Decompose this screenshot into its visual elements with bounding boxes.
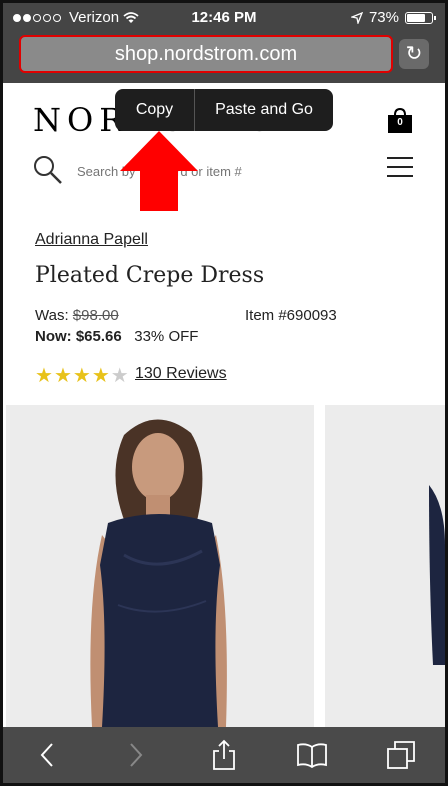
browser-toolbar <box>3 727 445 783</box>
item-number: Item #690093 <box>245 307 337 324</box>
bag-count: 0 <box>397 117 403 128</box>
now-label: Now: <box>35 328 72 345</box>
star-icon: ★ <box>72 365 91 387</box>
search-icon[interactable] <box>33 155 63 185</box>
star-icon: ★ <box>53 365 72 387</box>
star-empty-icon: ★ <box>110 365 129 387</box>
back-icon <box>40 743 53 767</box>
url-bar[interactable]: shop.nordstrom.com <box>19 35 393 73</box>
model-image-partial <box>325 405 445 727</box>
reload-icon[interactable]: ↻ <box>399 39 429 69</box>
copy-button[interactable]: Copy <box>115 89 195 131</box>
phone-frame: Verizon 12:46 PM 73% shop.nordstrom.com … <box>0 0 448 786</box>
battery-percent: 73% <box>368 9 399 26</box>
bookmarks-icon <box>297 743 328 768</box>
now-price-row: Now: $65.66 33% OFF <box>35 328 198 345</box>
tabs-button[interactable] <box>381 735 421 775</box>
now-price: $65.66 <box>75 328 122 345</box>
star-icon: ★ <box>35 365 53 387</box>
status-bar: Verizon 12:46 PM 73% <box>3 3 445 31</box>
product-image-main[interactable] <box>6 405 314 727</box>
share-icon <box>213 739 235 770</box>
rating-stars[interactable]: ★ ★ ★ ★ ★ <box>35 363 129 388</box>
forward-icon <box>129 743 142 767</box>
star-icon: ★ <box>91 365 110 387</box>
share-button[interactable] <box>204 735 244 775</box>
battery-icon <box>405 11 436 24</box>
was-price: $98.00 <box>72 307 119 324</box>
product-brand-link[interactable]: Adrianna Papell <box>35 231 148 249</box>
red-arrow-annotation <box>120 131 198 211</box>
bookmarks-button[interactable] <box>292 735 332 775</box>
was-label: Was: <box>35 307 69 324</box>
was-price-row: Was: $98.00 <box>35 307 119 324</box>
copy-paste-popup: Copy Paste and Go <box>115 89 333 131</box>
discount-label: 33% OFF <box>134 328 199 345</box>
product-title: Pleated Crepe Dress <box>35 263 265 288</box>
forward-button[interactable] <box>116 735 156 775</box>
product-image-next[interactable] <box>325 405 445 727</box>
model-image <box>6 405 314 727</box>
location-arrow-icon <box>350 11 363 24</box>
tabs-icon <box>386 741 415 769</box>
back-button[interactable] <box>27 735 67 775</box>
status-right: 73% <box>350 9 436 26</box>
reviews-link[interactable]: 130 Reviews <box>135 365 227 383</box>
menu-icon[interactable] <box>387 157 413 179</box>
paste-and-go-button[interactable]: Paste and Go <box>195 89 333 131</box>
